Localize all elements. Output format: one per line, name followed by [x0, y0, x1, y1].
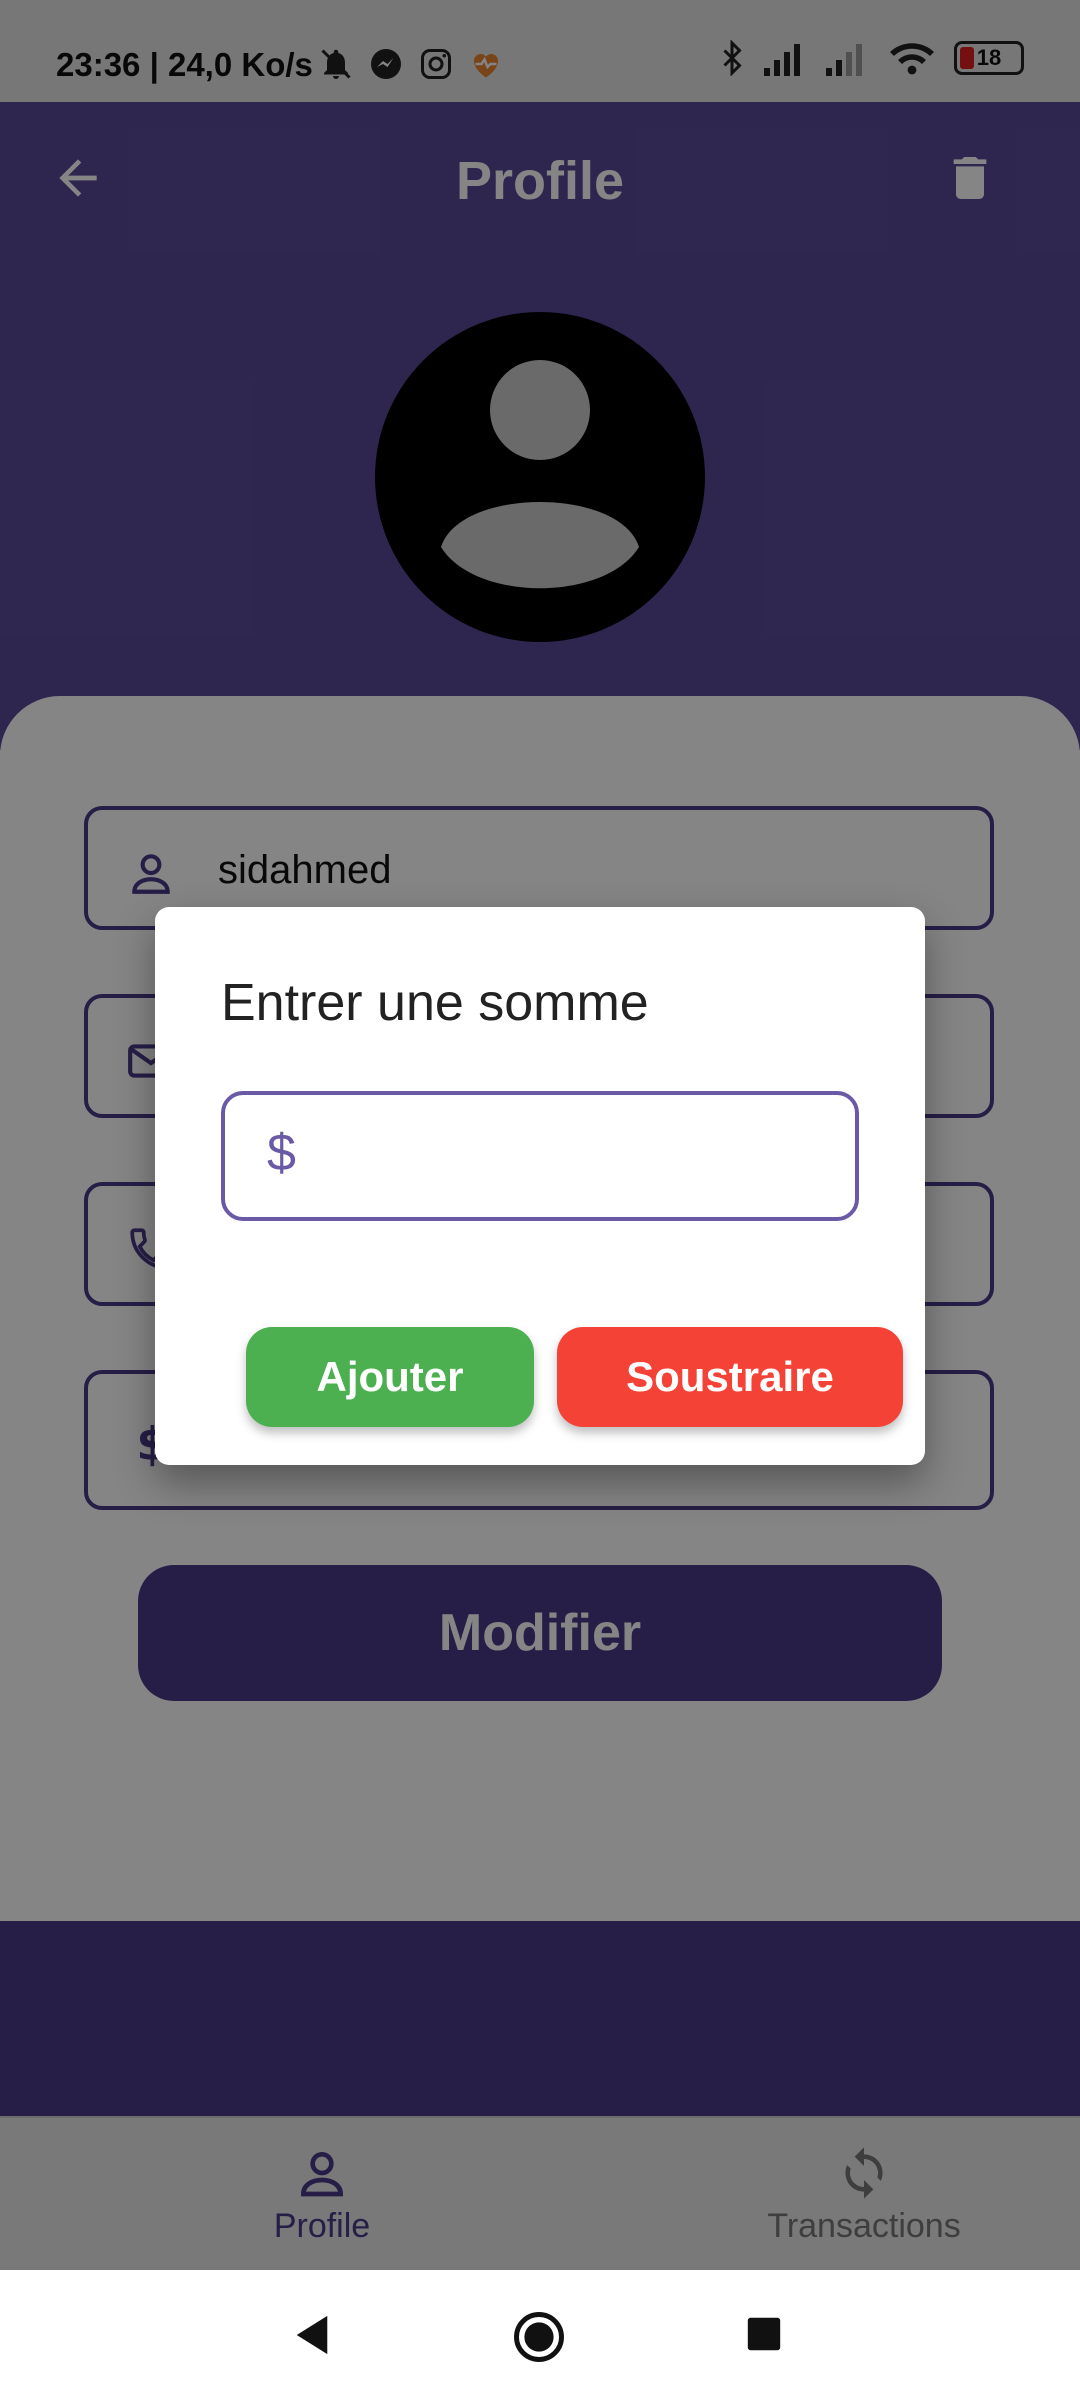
home-circle-icon: [514, 2312, 564, 2362]
amount-input[interactable]: $: [221, 1091, 859, 1221]
amount-dialog: Entrer une somme $ Ajouter Soustraire: [155, 907, 925, 1465]
recents-square-icon: [747, 2317, 781, 2351]
subtract-button[interactable]: Soustraire: [557, 1327, 903, 1427]
system-nav-bar: [0, 2270, 1080, 2400]
back-triangle-icon: [296, 2315, 328, 2355]
dollar-prefix-icon: $: [267, 1124, 296, 1182]
dialog-title: Entrer une somme: [221, 974, 649, 1032]
add-button[interactable]: Ajouter: [246, 1327, 534, 1427]
